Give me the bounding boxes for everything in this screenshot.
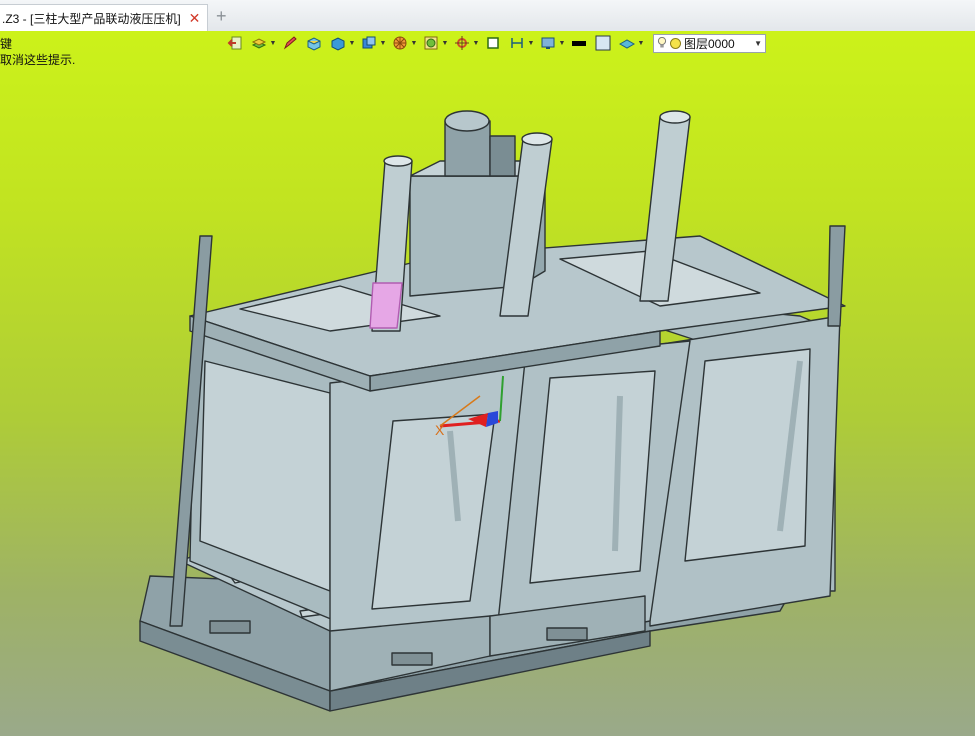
tab-title: .Z3 - [三柱大型产品联动液压压机] xyxy=(2,11,181,26)
axis-x-label: X xyxy=(435,422,445,438)
3d-viewport[interactable]: 键 取消这些提示. ▼ ▼ ▼ ▼ ▼ ▼ ▼ ▼ ▼ 图层0000 ▼ X xyxy=(0,31,975,736)
document-tab[interactable]: .Z3 - [三柱大型产品联动液压压机] ✕ xyxy=(0,4,208,31)
tab-strip: .Z3 - [三柱大型产品联动液压压机] ✕ + xyxy=(0,0,975,32)
press-model[interactable]: X xyxy=(0,31,975,736)
add-tab-button[interactable]: + xyxy=(216,6,227,27)
close-icon[interactable]: ✕ xyxy=(189,10,201,27)
